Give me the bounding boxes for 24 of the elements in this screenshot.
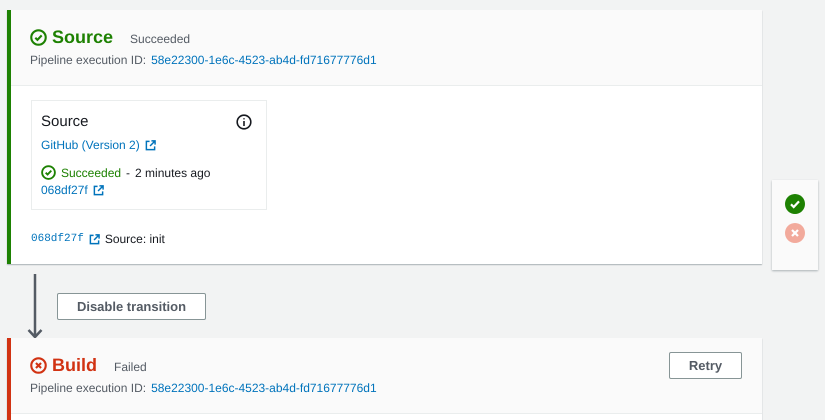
execution-id-link[interactable]: 58e22300-1e6c-4523-ab4d-fd71677776d1 (151, 381, 377, 395)
external-link-icon (88, 234, 100, 244)
action-status: Succeeded (61, 166, 122, 180)
info-icon[interactable] (236, 114, 252, 130)
commit-message: Source: init (104, 232, 165, 246)
separator: - (126, 166, 130, 180)
stage-status: Failed (114, 360, 147, 374)
provider-link[interactable]: GitHub (Version 2) (41, 138, 140, 152)
action-time: 2 minutes ago (135, 166, 210, 180)
down-arrow-icon (27, 274, 43, 340)
approve-icon[interactable] (785, 194, 805, 214)
disable-transition-button[interactable]: Disable transition (57, 293, 206, 320)
execution-id-link[interactable]: 58e22300-1e6c-4523-ab4d-fd71677776d1 (151, 53, 377, 67)
revision-link[interactable]: 068df27f (41, 183, 88, 197)
stage-title: Build (52, 355, 97, 376)
execution-id-label: Pipeline execution ID: (30, 53, 146, 67)
commit-link[interactable]: 068df27f (31, 233, 84, 245)
retry-button[interactable]: Retry (669, 352, 742, 379)
execution-id-label: Pipeline execution ID: (30, 381, 146, 395)
external-link-icon (92, 184, 104, 196)
action-title: Source (41, 113, 89, 130)
stage-status: Succeeded (130, 32, 190, 46)
stage-title: Source (52, 27, 114, 48)
external-link-icon (144, 140, 156, 150)
